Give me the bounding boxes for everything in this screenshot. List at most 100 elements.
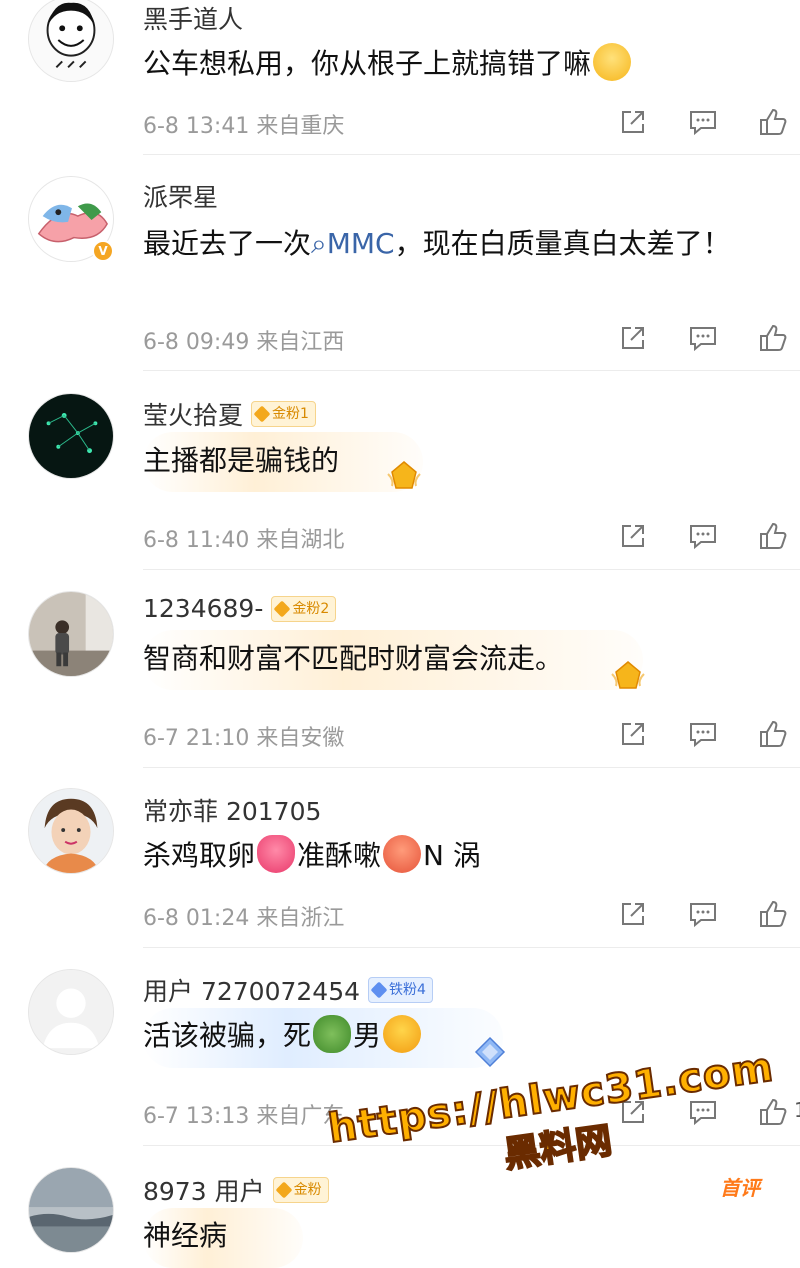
comment-time: 6-8 01:24 <box>143 906 250 931</box>
first-comment-label: 首评 <box>720 1176 760 1200</box>
comment-text: 神经病 <box>143 1219 228 1252</box>
turtle-emoji-icon <box>313 1015 352 1053</box>
thumbs-up-icon <box>760 108 787 135</box>
comment-text: 主播都是骗钱的 <box>143 444 340 477</box>
share-button[interactable] <box>598 518 668 554</box>
comment-location: 来自浙江 <box>256 906 345 931</box>
reply-button[interactable] <box>668 716 738 752</box>
username[interactable]: 莹火拾夏 金粉1 <box>143 396 316 432</box>
thumbs-up-icon <box>760 522 787 549</box>
comment-location: 来自安徽 <box>256 726 345 751</box>
like-button[interactable] <box>738 896 800 932</box>
comment-meta: 6-7 21:10 来自安徽 <box>143 720 344 752</box>
avatar-landscape-photo <box>29 1168 113 1252</box>
search-icon: ⌕ <box>311 227 327 260</box>
comment-icon <box>690 723 716 748</box>
comment-actions <box>598 320 800 356</box>
comment-icon <box>690 525 716 550</box>
share-button[interactable] <box>598 896 668 932</box>
comment-meta: 6-8 09:49 来自江西 <box>143 324 344 356</box>
thumbs-up-icon <box>760 900 787 927</box>
share-button[interactable] <box>598 320 668 356</box>
thumbs-up-icon <box>760 324 787 351</box>
avatar-child-photo <box>29 592 113 676</box>
comment-meta: 6-7 13:13 来自广东 <box>143 1098 344 1130</box>
comment-time: 6-8 13:41 <box>143 114 250 139</box>
divider <box>143 947 800 948</box>
share-icon <box>622 327 644 349</box>
comment-actions <box>598 896 800 932</box>
share-button[interactable] <box>598 716 668 752</box>
gem-icon <box>370 981 388 999</box>
avatar-person-photo <box>29 789 113 873</box>
avatar[interactable] <box>28 1167 114 1253</box>
gem-icon <box>275 1181 293 1199</box>
reply-button[interactable] <box>668 104 738 140</box>
fan-badge: 铁粉4 <box>368 977 433 1003</box>
comment-text: 杀鸡取卵 准酥嗽 N 涡 <box>143 832 760 880</box>
comment-actions <box>598 104 800 140</box>
smile-emoji-icon <box>593 43 632 81</box>
divider <box>143 370 800 371</box>
divider <box>143 569 800 570</box>
comment-time: 6-7 13:13 <box>143 1104 250 1129</box>
fan-badge: 金粉 <box>272 1177 329 1203</box>
reply-button[interactable] <box>668 896 738 932</box>
avatar[interactable] <box>28 969 114 1055</box>
divider <box>143 767 800 768</box>
gem-icon <box>253 405 271 423</box>
default-avatar-icon <box>29 970 113 1054</box>
avatar-cartoon-face <box>29 0 113 81</box>
comment-time: 6-8 11:40 <box>143 528 250 553</box>
username[interactable]: 黑手道人 <box>143 0 243 36</box>
share-icon <box>622 111 644 133</box>
comment-text: 最近去了一次⌕MMC，现在白质量真白太差了！ <box>143 227 731 260</box>
comment-actions <box>598 716 800 752</box>
share-button[interactable] <box>598 104 668 140</box>
comment-time: 6-7 21:10 <box>143 726 250 751</box>
comment-meta: 6-8 01:24 来自浙江 <box>143 900 344 932</box>
fan-badge: 金粉2 <box>271 595 337 622</box>
comment-text: 活该被骗，死男 <box>143 1012 760 1060</box>
comment-text: 智商和财富不匹配时财富会流走。 <box>143 642 564 675</box>
laughing-emoji-icon <box>383 1015 422 1053</box>
share-icon <box>622 903 644 925</box>
comment-icon <box>690 111 716 136</box>
username[interactable]: 派罘星 <box>143 178 218 214</box>
like-button[interactable] <box>738 320 800 356</box>
reply-button[interactable] <box>668 518 738 554</box>
avatar[interactable] <box>28 393 114 479</box>
avatar[interactable] <box>28 788 114 874</box>
username[interactable]: 常亦菲 201705 <box>143 792 321 828</box>
avatar[interactable] <box>28 0 114 82</box>
love-face-emoji-icon <box>383 835 422 873</box>
comment-meta: 6-8 13:41 来自重庆 <box>143 108 344 140</box>
comment-actions <box>598 518 800 554</box>
comment-icon <box>690 327 716 352</box>
comment-location: 来自江西 <box>256 330 345 355</box>
gem-icon <box>273 600 291 617</box>
like-button[interactable] <box>738 518 800 554</box>
heart-emoji-icon <box>257 835 296 873</box>
like-button[interactable] <box>738 104 800 140</box>
like-button[interactable] <box>738 716 800 752</box>
comment-location: 来自湖北 <box>256 528 345 553</box>
reply-button[interactable] <box>668 320 738 356</box>
divider <box>143 154 800 155</box>
like-count: 1 <box>794 1098 800 1122</box>
comment-icon <box>690 903 716 928</box>
username[interactable]: 1234689- 金粉2 <box>143 594 337 623</box>
avatar-constellation <box>29 394 113 478</box>
topic-link[interactable]: ⌕MMC <box>311 227 395 260</box>
username[interactable]: 8973 用户 金粉 <box>143 1172 329 1208</box>
comment-meta: 6-8 11:40 来自湖北 <box>143 522 344 554</box>
username[interactable]: 用户 7270072454 铁粉4 <box>143 972 433 1008</box>
comment-text: 公车想私用，你从根子上就搞错了嘛 <box>143 40 760 88</box>
share-icon <box>622 525 644 547</box>
comment-time: 6-8 09:49 <box>143 330 250 355</box>
comment-location: 来自重庆 <box>256 114 345 139</box>
verified-badge-icon: V <box>92 240 114 262</box>
thumbs-up-icon <box>760 720 787 747</box>
share-icon <box>622 723 644 745</box>
avatar[interactable] <box>28 591 114 677</box>
